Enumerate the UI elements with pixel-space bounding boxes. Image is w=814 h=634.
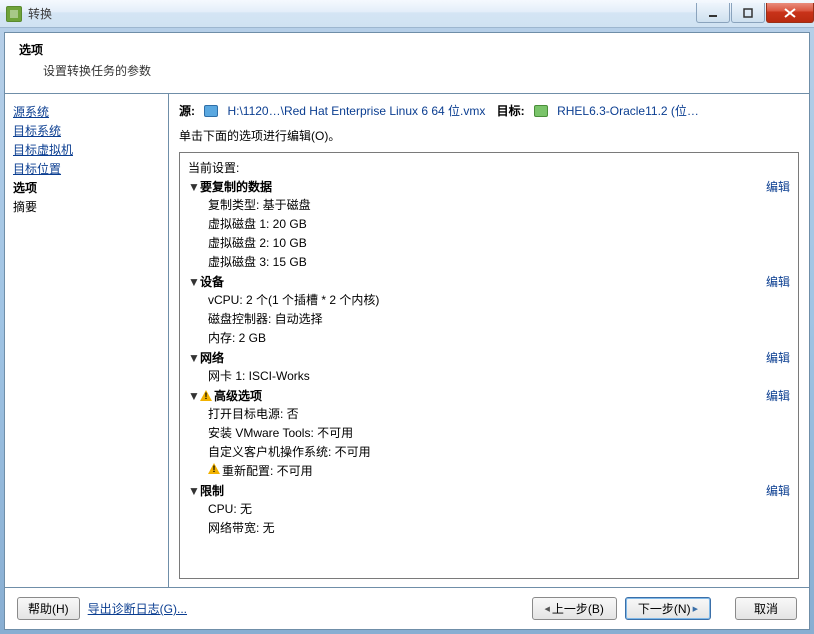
sidebar-item-options: 选项: [13, 178, 160, 197]
back-button[interactable]: ◀ 上一步(B): [532, 597, 617, 620]
dialog-footer: 帮助(H) 导出诊断日志(G)... ◀ 上一步(B) 下一步(N) ▶ 取消: [5, 587, 809, 629]
setting-row: CPU: 无: [188, 499, 790, 518]
title-bar[interactable]: 转换: [0, 0, 814, 28]
edit-link[interactable]: 编辑: [766, 273, 790, 290]
chevron-left-icon: ◀: [545, 605, 550, 613]
section: ▼限制 编辑CPU: 无网络带宽: 无: [188, 482, 790, 537]
section-title: 网络: [200, 349, 224, 366]
setting-row: 虚拟磁盘 2: 10 GB: [188, 233, 790, 252]
section-header[interactable]: ▼ 高级选项 编辑: [188, 387, 790, 404]
edit-link[interactable]: 编辑: [766, 387, 790, 404]
section: ▼ 高级选项 编辑打开目标电源: 否安装 VMware Tools: 不可用自定义客…: [188, 387, 790, 480]
help-button[interactable]: 帮助(H): [17, 597, 80, 620]
sidebar-item-target[interactable]: 目标系统: [13, 121, 160, 140]
warning-icon: [208, 463, 220, 475]
maximize-icon: [743, 8, 753, 18]
app-window: 转换 选项 设置转换任务的参数 源系统目标系统目标虚拟机目标位置选项摘要 源:: [0, 0, 814, 634]
close-button[interactable]: [766, 3, 814, 23]
setting-row: 复制类型: 基于磁盘: [188, 195, 790, 214]
window-title: 转换: [28, 5, 52, 22]
maximize-button[interactable]: [731, 3, 765, 23]
app-icon: [6, 6, 22, 22]
sidebar-item-targetloc[interactable]: 目标位置: [13, 159, 160, 178]
section: ▼网络 编辑网卡 1: ISCI-Works: [188, 349, 790, 385]
minimize-button[interactable]: [696, 3, 730, 23]
sidebar-item-summary: 摘要: [13, 197, 160, 216]
setting-row: 内存: 2 GB: [188, 328, 790, 347]
edit-link[interactable]: 编辑: [766, 482, 790, 499]
section-title: 限制: [200, 482, 224, 499]
source-path: H:\1120…\Red Hat Enterprise Linux 6 64 位…: [227, 104, 485, 118]
target-label: 目标:: [497, 104, 525, 118]
target-value: RHEL6.3-Oracle11.2 (位…: [557, 104, 699, 118]
sidebar-item-targetvm[interactable]: 目标虚拟机: [13, 140, 160, 159]
collapse-icon[interactable]: ▼: [188, 180, 200, 194]
setting-row: 自定义客户机操作系统: 不可用: [188, 442, 790, 461]
setting-row: 虚拟磁盘 3: 15 GB: [188, 252, 790, 271]
collapse-icon[interactable]: ▼: [188, 484, 200, 498]
section-header[interactable]: ▼网络 编辑: [188, 349, 790, 366]
setting-row: 网卡 1: ISCI-Works: [188, 366, 790, 385]
warning-icon: [200, 390, 212, 402]
setting-row: 安装 VMware Tools: 不可用: [188, 423, 790, 442]
section-header[interactable]: ▼要复制的数据 编辑: [188, 178, 790, 195]
setting-row: 虚拟磁盘 1: 20 GB: [188, 214, 790, 233]
header-subtitle: 设置转换任务的参数: [43, 62, 795, 79]
wizard-sidebar: 源系统目标系统目标虚拟机目标位置选项摘要: [5, 94, 169, 587]
section-header[interactable]: ▼限制 编辑: [188, 482, 790, 499]
file-icon: [204, 105, 218, 117]
settings-panel: 当前设置: ▼要复制的数据编辑复制类型: 基于磁盘虚拟磁盘 1: 20 GB虚拟…: [179, 152, 799, 579]
source-label: 源:: [179, 104, 195, 118]
section-title: 高级选项: [214, 387, 262, 404]
back-label: 上一步(B): [552, 600, 604, 617]
section: ▼要复制的数据 编辑复制类型: 基于磁盘虚拟磁盘 1: 20 GB虚拟磁盘 2: …: [188, 178, 790, 271]
minimize-icon: [708, 8, 718, 18]
server-icon: [534, 105, 548, 117]
main-panel: 源: H:\1120…\Red Hat Enterprise Linux 6 6…: [169, 94, 809, 587]
instruction-text: 单击下面的选项进行编辑(O)。: [179, 127, 799, 144]
edit-link[interactable]: 编辑: [766, 349, 790, 366]
setting-row: vCPU: 2 个(1 个插槽 * 2 个内核): [188, 290, 790, 309]
setting-row: 网络带宽: 无: [188, 518, 790, 537]
edit-link[interactable]: 编辑: [766, 178, 790, 195]
source-target-line: 源: H:\1120…\Red Hat Enterprise Linux 6 6…: [179, 102, 799, 119]
section-header[interactable]: ▼设备 编辑: [188, 273, 790, 290]
close-icon: [784, 8, 796, 18]
setting-row: 打开目标电源: 否: [188, 404, 790, 423]
next-button[interactable]: 下一步(N) ▶: [625, 597, 711, 620]
cancel-button[interactable]: 取消: [735, 597, 797, 620]
dialog: 选项 设置转换任务的参数 源系统目标系统目标虚拟机目标位置选项摘要 源: H:\…: [4, 32, 810, 630]
collapse-icon[interactable]: ▼: [188, 389, 200, 403]
header-title: 选项: [19, 41, 795, 58]
setting-row: 重新配置: 不可用: [188, 461, 790, 480]
setting-row: 磁盘控制器: 自动选择: [188, 309, 790, 328]
current-settings-label: 当前设置:: [188, 159, 790, 176]
next-label: 下一步(N): [638, 600, 691, 617]
export-log-link[interactable]: 导出诊断日志(G)...: [88, 600, 187, 617]
sidebar-item-source[interactable]: 源系统: [13, 102, 160, 121]
chevron-right-icon: ▶: [693, 605, 698, 613]
section-title: 设备: [200, 273, 224, 290]
collapse-icon[interactable]: ▼: [188, 351, 200, 365]
section: ▼设备 编辑vCPU: 2 个(1 个插槽 * 2 个内核)磁盘控制器: 自动选择…: [188, 273, 790, 347]
section-title: 要复制的数据: [200, 178, 272, 195]
collapse-icon[interactable]: ▼: [188, 275, 200, 289]
window-controls: [696, 4, 814, 23]
dialog-header: 选项 设置转换任务的参数: [5, 33, 809, 94]
